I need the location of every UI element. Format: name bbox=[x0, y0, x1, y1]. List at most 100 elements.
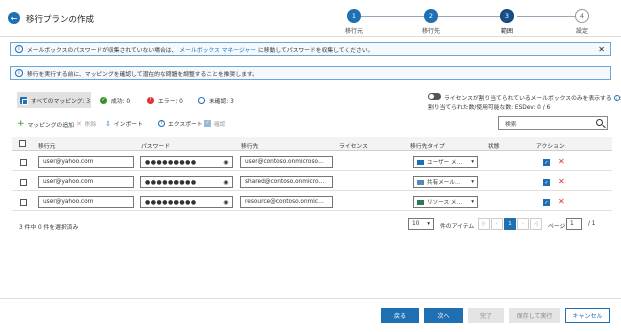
prev-page-button[interactable]: ‹ bbox=[491, 218, 503, 230]
cancel-button[interactable]: キャンセル bbox=[565, 308, 610, 323]
step-1-label: 移行元 bbox=[344, 28, 363, 35]
import-button[interactable]: ⇩ インポート bbox=[105, 119, 143, 129]
select-all-checkbox[interactable] bbox=[19, 140, 26, 147]
confirm-row-icon[interactable]: ✓ bbox=[543, 179, 550, 186]
table-row: user@yahoo.com ●●●●●●●●● ◉ resource@cont… bbox=[12, 193, 612, 211]
eye-icon[interactable]: ◉ bbox=[223, 179, 229, 186]
mailbox-icon bbox=[417, 159, 424, 165]
first-page-button[interactable]: |‹ bbox=[478, 218, 490, 230]
close-icon[interactable]: ✕ bbox=[598, 45, 605, 54]
selection-count: 3 件中 0 件を選択済み bbox=[19, 225, 79, 231]
step-1-indicator: 1 bbox=[347, 9, 361, 23]
confirm-button[interactable]: ✓ 確認 bbox=[204, 119, 226, 128]
mapping-info-banner: i 移行を実行する前に、マッピングを確認して潜在的な問題を調整することを推奨しま… bbox=[10, 66, 611, 80]
page-1-button[interactable]: 1 bbox=[504, 218, 516, 230]
row-checkbox[interactable] bbox=[20, 179, 27, 186]
step-4-label: 設定 bbox=[575, 28, 588, 35]
delete-row-icon[interactable]: ✕ bbox=[558, 177, 565, 186]
filter-label: 成功: 0 bbox=[111, 98, 131, 105]
mailbox-manager-link[interactable]: メールボックス マネージャー bbox=[179, 45, 256, 54]
row-checkbox[interactable] bbox=[20, 159, 27, 166]
filter-all-mappings[interactable]: すべてのマッピング: 3 bbox=[17, 92, 91, 108]
filter-unconfirmed[interactable]: 未確認: 3 bbox=[198, 92, 234, 108]
info-text: メールボックスのパスワードが収集されていない場合は、 bbox=[27, 47, 178, 54]
info-text: 移行を実行する前に、マッピングを確認して潜在的な問題を調整することを推奨します。 bbox=[27, 71, 258, 78]
step-3-label: 範囲 bbox=[500, 28, 513, 35]
unconfirmed-circle-icon bbox=[198, 96, 205, 104]
page-number-input[interactable]: 1 bbox=[566, 218, 582, 230]
chevron-down-icon: ▾ bbox=[471, 199, 474, 205]
save-and-run-button[interactable]: 保存して実行 bbox=[509, 308, 560, 323]
password-field[interactable]: ●●●●●●●●● ◉ bbox=[140, 176, 233, 188]
mappings-icon bbox=[20, 96, 28, 105]
search-input[interactable]: 検索 bbox=[498, 116, 608, 130]
source-field[interactable]: user@yahoo.com bbox=[38, 156, 134, 168]
delete-x-icon: ✕ bbox=[76, 119, 82, 128]
chevron-down-icon: ▾ bbox=[471, 159, 474, 165]
table-row: user@yahoo.com ●●●●●●●●● ◉ shared@contos… bbox=[12, 173, 612, 191]
row-checkbox[interactable] bbox=[20, 199, 27, 206]
search-icon[interactable] bbox=[596, 119, 603, 126]
source-field[interactable]: user@yahoo.com bbox=[38, 176, 134, 188]
step-2-indicator: 2 bbox=[424, 9, 438, 23]
filter-label: エラー: 0 bbox=[158, 98, 183, 105]
header-divider bbox=[0, 36, 621, 37]
step-3-indicator: 3 bbox=[500, 9, 514, 23]
filter-label: 未確認: 3 bbox=[209, 98, 234, 105]
page-size-select[interactable]: 10 ▾ bbox=[408, 218, 434, 230]
column-header-actions: アクション bbox=[536, 144, 565, 150]
info-text: に移動してパスワードを収集してください。 bbox=[258, 47, 374, 54]
column-header-source[interactable]: 移行元 bbox=[38, 141, 55, 150]
target-type-select[interactable]: リソース メ… ▾ bbox=[413, 196, 478, 208]
step-4-indicator: 4 bbox=[575, 9, 589, 23]
finish-button[interactable]: 完了 bbox=[468, 308, 504, 323]
plus-icon: + bbox=[17, 119, 25, 129]
table-header: 移行元 パスワード 移行先 ライセンス 移行先タイプ 状態 アクション bbox=[12, 137, 612, 151]
filter-label: すべてのマッピング: 3 bbox=[31, 98, 91, 105]
licensed-only-toggle[interactable] bbox=[428, 93, 441, 100]
export-icon: ↑ bbox=[158, 120, 165, 127]
confirm-row-icon[interactable]: ✓ bbox=[543, 159, 550, 166]
target-type-select[interactable]: ユーザー メ… ▾ bbox=[413, 156, 478, 168]
delete-row-icon[interactable]: ✕ bbox=[558, 157, 565, 166]
delete-button[interactable]: ✕ 削除 bbox=[76, 119, 96, 129]
last-page-button[interactable]: ›| bbox=[530, 218, 542, 230]
back-button[interactable]: 戻る bbox=[381, 308, 419, 323]
column-header-status[interactable]: 状態 bbox=[488, 141, 500, 150]
target-field[interactable]: user@contoso.onmicroso… bbox=[240, 156, 333, 168]
filter-error[interactable]: ! エラー: 0 bbox=[147, 92, 183, 108]
column-header-target[interactable]: 移行先 bbox=[241, 141, 258, 150]
eye-icon[interactable]: ◉ bbox=[223, 199, 229, 206]
confirm-check-icon: ✓ bbox=[204, 120, 211, 127]
licensed-only-label: ライセンスが割り当てられているメールボックスのみを表示する i:6 bbox=[444, 93, 621, 102]
import-icon: ⇩ bbox=[105, 119, 111, 128]
password-info-banner: i メールボックスのパスワードが収集されていない場合は、 メールボックス マネー… bbox=[10, 42, 611, 56]
column-header-license[interactable]: ライセンス bbox=[339, 141, 368, 150]
column-header-target-type[interactable]: 移行先タイプ bbox=[410, 141, 445, 150]
shared-mailbox-icon bbox=[417, 179, 424, 185]
next-page-button[interactable]: › bbox=[517, 218, 529, 230]
column-header-password[interactable]: パスワード bbox=[141, 141, 170, 150]
target-field[interactable]: resource@contoso.onmic… bbox=[240, 196, 333, 208]
next-button[interactable]: 次へ bbox=[424, 308, 463, 323]
footer-divider bbox=[0, 298, 621, 299]
password-field[interactable]: ●●●●●●●●● ◉ bbox=[140, 196, 233, 208]
confirm-row-icon[interactable]: ✓ bbox=[543, 199, 550, 206]
delete-row-icon[interactable]: ✕ bbox=[558, 197, 565, 206]
target-field[interactable]: shared@contoso.onmicro… bbox=[240, 176, 333, 188]
total-pages: / 1 bbox=[588, 221, 596, 227]
back-arrow-icon[interactable]: ← bbox=[8, 12, 20, 24]
filter-success[interactable]: ✓ 成功: 0 bbox=[100, 92, 130, 108]
eye-icon[interactable]: ◉ bbox=[223, 159, 229, 166]
target-type-select[interactable]: 共有メール… ▾ bbox=[413, 176, 478, 188]
stepper-connector bbox=[517, 15, 577, 17]
stepper-connector bbox=[437, 15, 507, 17]
chevron-down-icon: ▾ bbox=[427, 221, 430, 227]
chevron-down-icon: ▾ bbox=[471, 179, 474, 185]
export-button[interactable]: ↑ エクスポート bbox=[158, 119, 203, 128]
add-mapping-button[interactable]: + マッピングの追加 bbox=[17, 119, 74, 129]
source-field[interactable]: user@yahoo.com bbox=[38, 196, 134, 208]
resource-mailbox-icon bbox=[417, 199, 424, 205]
error-icon: ! bbox=[147, 96, 154, 104]
password-field[interactable]: ●●●●●●●●● ◉ bbox=[140, 156, 233, 168]
